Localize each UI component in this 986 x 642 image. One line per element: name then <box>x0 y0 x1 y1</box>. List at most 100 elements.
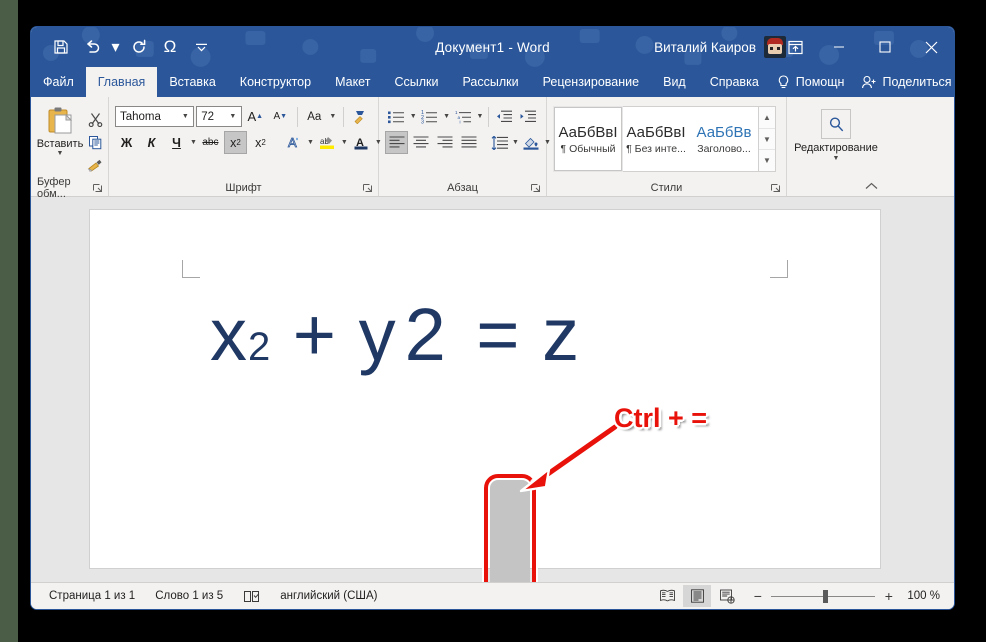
italic-button[interactable]: К <box>140 131 163 154</box>
formula-equals: = <box>454 293 543 376</box>
user-account[interactable]: Виталий Каиров <box>654 27 786 67</box>
style-item-no-spacing[interactable]: АаБбВвІ ¶ Без инте... <box>622 107 690 171</box>
paragraph-dialog-launcher-icon[interactable] <box>530 183 541 194</box>
styles-more-icon[interactable]: ▼ <box>759 150 775 171</box>
multilevel-caret-icon[interactable]: ▼ <box>476 106 484 128</box>
line-spacing-caret-icon[interactable]: ▼ <box>512 132 519 154</box>
font-dialog-launcher-icon[interactable] <box>362 183 373 194</box>
tab-view[interactable]: Вид <box>651 67 698 97</box>
format-painter-icon[interactable] <box>83 154 107 176</box>
font-name-caret-icon[interactable]: ▼ <box>179 113 191 120</box>
editing-dropdown-icon[interactable]: ▼ <box>833 154 840 163</box>
tab-references[interactable]: Ссылки <box>382 67 450 97</box>
paste-dropdown-icon[interactable]: ▼ <box>57 150 64 158</box>
text-effects-caret-icon[interactable]: ▼ <box>307 132 314 154</box>
styles-scroll-down-icon[interactable]: ▼ <box>759 129 775 151</box>
share-button[interactable]: Поделиться <box>857 75 954 90</box>
editing-button[interactable]: Редактирование ▼ <box>793 103 879 163</box>
formula-x-exponent: 2 <box>248 325 272 369</box>
line-spacing-button[interactable] <box>488 131 511 154</box>
zoom-level-value[interactable]: 100 % <box>897 590 944 602</box>
text-highlight-button[interactable]: ab <box>316 131 339 154</box>
group-font: Tahoma ▼ 72 ▼ A ▲ A ▼ Aa ▼ Ж К Ч ▼ abc x… <box>109 97 382 196</box>
subscript-button[interactable]: x2 <box>223 131 247 154</box>
ribbon-display-options-icon[interactable] <box>774 27 816 67</box>
formula-text[interactable]: x2 + y2 = z <box>210 292 580 377</box>
copy-icon[interactable] <box>83 131 107 153</box>
document-page[interactable]: x2 + y2 = z <box>89 209 881 569</box>
multilevel-list-button[interactable]: 1ai <box>452 105 475 128</box>
align-left-button[interactable] <box>385 131 408 154</box>
strikethrough-button[interactable]: abc <box>199 131 222 154</box>
bullets-button[interactable] <box>385 105 408 128</box>
maximize-icon[interactable] <box>862 27 908 67</box>
superscript-button[interactable]: x2 <box>249 131 272 154</box>
font-name-value: Tahoma <box>120 110 161 123</box>
zoom-slider-thumb[interactable] <box>823 589 829 603</box>
tab-layout[interactable]: Макет <box>323 67 382 97</box>
numbering-caret-icon[interactable]: ▼ <box>442 106 450 128</box>
document-area[interactable]: x2 + y2 = z Ctrl + = <box>31 197 954 582</box>
cut-icon[interactable] <box>83 108 107 130</box>
proofing-errors-icon[interactable] <box>233 589 270 604</box>
close-icon[interactable] <box>908 27 954 67</box>
increase-indent-button[interactable] <box>517 105 540 128</box>
zoom-in-button[interactable]: + <box>882 589 895 603</box>
tab-home[interactable]: Главная <box>85 67 158 97</box>
formula-selected-char[interactable]: 2 <box>397 292 455 377</box>
styles-scroll-up-icon[interactable]: ▲ <box>759 107 775 129</box>
undo-icon[interactable] <box>78 33 106 61</box>
status-page[interactable]: Страница 1 из 1 <box>39 590 145 602</box>
style-item-heading[interactable]: АаБбВв Заголово... <box>690 107 758 171</box>
styles-dialog-launcher-icon[interactable] <box>770 183 781 194</box>
customize-qat-icon[interactable] <box>187 33 215 61</box>
font-size-caret-icon[interactable]: ▼ <box>227 113 239 120</box>
change-case-caret-icon[interactable]: ▼ <box>328 106 338 128</box>
shading-button[interactable] <box>520 131 543 154</box>
align-center-button[interactable] <box>409 131 432 154</box>
bullets-caret-icon[interactable]: ▼ <box>409 106 417 128</box>
tab-file[interactable]: Файл <box>31 67 86 97</box>
clipboard-dialog-launcher-icon[interactable] <box>92 183 103 194</box>
font-name-combobox[interactable]: Tahoma ▼ <box>115 106 195 127</box>
grow-font-button[interactable]: A ▲ <box>244 105 267 128</box>
font-color-button[interactable]: A <box>350 131 373 154</box>
web-layout-view-button[interactable] <box>713 585 741 607</box>
symbol-omega-icon[interactable]: Ω <box>156 33 184 61</box>
paste-button[interactable]: Вставить ▼ <box>37 103 83 158</box>
zoom-slider[interactable] <box>771 589 876 603</box>
tell-me-box[interactable]: Помощн <box>771 74 851 90</box>
change-case-button[interactable]: Aa <box>303 105 326 128</box>
tab-insert[interactable]: Вставка <box>157 67 227 97</box>
status-words[interactable]: Слово 1 из 5 <box>145 590 233 602</box>
tab-review[interactable]: Рецензирование <box>531 67 652 97</box>
font-size-combobox[interactable]: 72 ▼ <box>196 106 242 127</box>
print-layout-view-button[interactable] <box>683 585 712 607</box>
group-paragraph: ▼ 123 ▼ 1ai ▼ ▼ ▼ Абзац <box>379 97 637 196</box>
clear-formatting-button[interactable] <box>349 105 372 128</box>
tab-help[interactable]: Справка <box>698 67 771 97</box>
save-icon[interactable] <box>47 33 75 61</box>
tab-mailings[interactable]: Рассылки <box>450 67 530 97</box>
align-right-button[interactable] <box>433 131 456 154</box>
undo-dropdown-icon[interactable]: ▾ <box>109 34 122 60</box>
justify-button[interactable] <box>457 131 480 154</box>
numbering-button[interactable]: 123 <box>418 105 441 128</box>
collapse-ribbon-icon[interactable] <box>863 178 879 194</box>
shrink-font-button[interactable]: A ▼ <box>269 105 292 128</box>
text-highlight-caret-icon[interactable]: ▼ <box>341 132 348 154</box>
zoom-out-button[interactable]: − <box>751 589 764 603</box>
redo-icon[interactable] <box>125 33 153 61</box>
svg-text:i: i <box>459 119 460 124</box>
bold-button[interactable]: Ж <box>115 131 138 154</box>
text-effects-button[interactable]: A <box>282 131 305 154</box>
decrease-indent-button[interactable] <box>493 105 516 128</box>
style-item-normal[interactable]: АаБбВвІ ¶ Обычный <box>553 106 623 172</box>
status-language[interactable]: английский (США) <box>270 590 387 602</box>
styles-gallery-scrollbar[interactable]: ▲ ▼ ▼ <box>758 107 775 171</box>
tab-design[interactable]: Конструктор <box>228 67 323 97</box>
minimize-icon[interactable] <box>816 27 862 67</box>
underline-caret-icon[interactable]: ▼ <box>190 132 197 154</box>
underline-button[interactable]: Ч <box>165 131 188 154</box>
read-mode-view-button[interactable] <box>653 585 681 607</box>
